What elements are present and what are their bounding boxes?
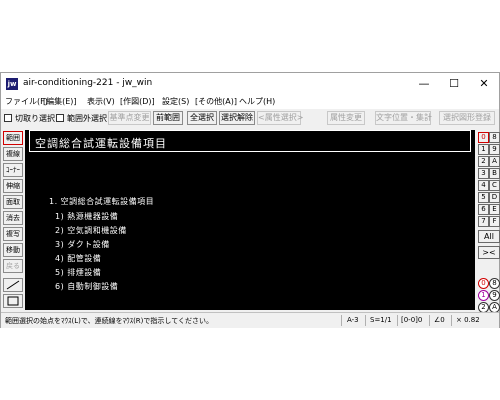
status-separator — [365, 315, 366, 326]
register-figure-button[interactable]: 選択図形登録 — [439, 111, 495, 125]
paper-size[interactable]: A-3 — [347, 316, 359, 324]
drawing-canvas[interactable]: 空調総合試運転設備項目 1. 空調総合試運転設備項目 1) 熱源機器設備 2) … — [25, 130, 475, 310]
drawing-title: 空調総合試運転設備項目 — [35, 137, 167, 150]
tool-range[interactable]: 範囲 — [3, 131, 23, 145]
layer-group-6[interactable]: 6 — [478, 204, 489, 215]
title-frame-right — [470, 130, 471, 152]
close-button[interactable]: ✕ — [469, 73, 499, 95]
layer-1-circle[interactable]: 1 — [478, 290, 489, 301]
layer-group-b[interactable]: B — [489, 168, 500, 179]
menu-help[interactable]: ヘルプ(H) — [239, 96, 275, 107]
minimize-button[interactable]: — — [409, 73, 439, 95]
layer-group-7[interactable]: 7 — [478, 216, 489, 227]
item-6: 6) 自動制御設備 — [55, 282, 119, 291]
layer-group-5[interactable]: 5 — [478, 192, 489, 203]
attr-select-button[interactable]: <属性選択> — [257, 111, 303, 125]
menu-view[interactable]: 表示(V) — [87, 96, 115, 107]
item-1: 1) 熱源機器設備 — [55, 212, 119, 221]
maximize-button[interactable]: ☐ — [439, 73, 469, 95]
status-separator — [429, 315, 430, 326]
layer-group-c[interactable]: C — [489, 180, 500, 191]
title-frame-top — [29, 130, 471, 131]
item-heading: 1. 空調総合試運転設備項目 — [49, 197, 155, 206]
layer-display[interactable]: [0-0]0 — [401, 316, 422, 324]
layer-group-f[interactable]: F — [489, 216, 500, 227]
tool-offset[interactable]: 複線 — [3, 147, 23, 161]
status-separator — [341, 315, 342, 326]
all-layers-button[interactable]: All — [478, 230, 500, 243]
layer-9-circle[interactable]: 9 — [489, 290, 500, 301]
menu-bar: ファイル(F) [編集(E)] 表示(V) [作図(D)] 設定(S) [その他… — [1, 95, 499, 109]
layer-group-4[interactable]: 4 — [478, 180, 489, 191]
scale-display[interactable]: S=1/1 — [370, 316, 392, 324]
layer-8-circle[interactable]: 8 — [489, 278, 500, 289]
tool-stretch[interactable]: 伸縮 — [3, 179, 23, 193]
menu-draw[interactable]: [作図(D)] — [120, 96, 155, 107]
layer-0-circle[interactable]: 0 — [478, 278, 489, 289]
attr-change-button[interactable]: 属性変更 — [327, 111, 365, 125]
layer-group-1[interactable]: 1 — [478, 144, 489, 155]
deselect-button[interactable]: 選択解除 — [219, 111, 255, 125]
tool-chamfer[interactable]: 面取 — [3, 195, 23, 209]
status-message: 範囲選択の始点をﾏｳｽ(L)で、連続線をﾏｳｽ(R)で指示してください。 — [5, 317, 213, 325]
outside-select-checkbox[interactable] — [56, 114, 64, 122]
window-title: air-conditioning-221 - jw_win — [23, 78, 153, 88]
cut-select-label: 切取り選択 — [15, 114, 55, 123]
status-separator — [451, 315, 452, 326]
title-frame-left — [29, 130, 30, 152]
line-tool-icon[interactable] — [3, 278, 23, 292]
outside-select-label: 範囲外選択 — [67, 114, 107, 123]
layer-group-8[interactable]: 8 — [489, 132, 500, 143]
layer-group-2[interactable]: 2 — [478, 156, 489, 167]
swap-layers-button[interactable]: >< — [478, 246, 500, 259]
menu-settings[interactable]: 設定(S) — [162, 96, 189, 107]
menu-other[interactable]: [その他(A)] — [195, 96, 237, 107]
tool-erase[interactable]: 消去 — [3, 211, 23, 225]
title-frame-bottom — [29, 151, 471, 152]
tool-undo[interactable]: 戻る — [3, 259, 23, 273]
item-2: 2) 空気調和機設備 — [55, 226, 127, 235]
menu-file[interactable]: ファイル(F) — [5, 96, 48, 107]
cut-select-checkbox[interactable] — [4, 114, 12, 122]
prev-range-button[interactable]: 前範囲 — [153, 111, 183, 125]
tool-corner[interactable]: ｺｰﾅｰ — [3, 163, 23, 177]
toolbar: 切取り選択 範囲外選択 基準点変更 前範囲 全選択 選択解除 <属性選択> 属性… — [1, 110, 499, 127]
app-window: jw air-conditioning-221 - jw_win — ☐ ✕ フ… — [0, 72, 500, 328]
layer-group-d[interactable]: D — [489, 192, 500, 203]
layer-group-e[interactable]: E — [489, 204, 500, 215]
item-5: 5) 排煙設備 — [55, 268, 102, 277]
select-all-button[interactable]: 全選択 — [187, 111, 217, 125]
layer-group-9[interactable]: 9 — [489, 144, 500, 155]
status-bar: 範囲選択の始点をﾏｳｽ(L)で、連続線をﾏｳｽ(R)で指示してください。 A-3… — [1, 312, 499, 328]
jw-app-icon: jw — [6, 78, 18, 90]
status-separator — [397, 315, 398, 326]
item-4: 4) 配管設備 — [55, 254, 102, 263]
rectangle-tool-icon[interactable] — [3, 294, 23, 308]
text-position-button[interactable]: 文字位置・集計 — [375, 111, 432, 125]
layer-group-0[interactable]: 0 — [478, 132, 489, 143]
tool-move[interactable]: 移動 — [3, 243, 23, 257]
title-bar: jw air-conditioning-221 - jw_win — ☐ ✕ — [1, 73, 499, 95]
base-point-change-button[interactable]: 基準点変更 — [108, 111, 151, 125]
zoom-display[interactable]: × 0.82 — [456, 316, 480, 324]
layer-group-3[interactable]: 3 — [478, 168, 489, 179]
item-3: 3) ダクト設備 — [55, 240, 110, 249]
layer-group-a[interactable]: A — [489, 156, 500, 167]
tool-copy[interactable]: 複写 — [3, 227, 23, 241]
angle-display[interactable]: ∠0 — [434, 316, 445, 324]
menu-edit[interactable]: [編集(E)] — [43, 96, 77, 107]
